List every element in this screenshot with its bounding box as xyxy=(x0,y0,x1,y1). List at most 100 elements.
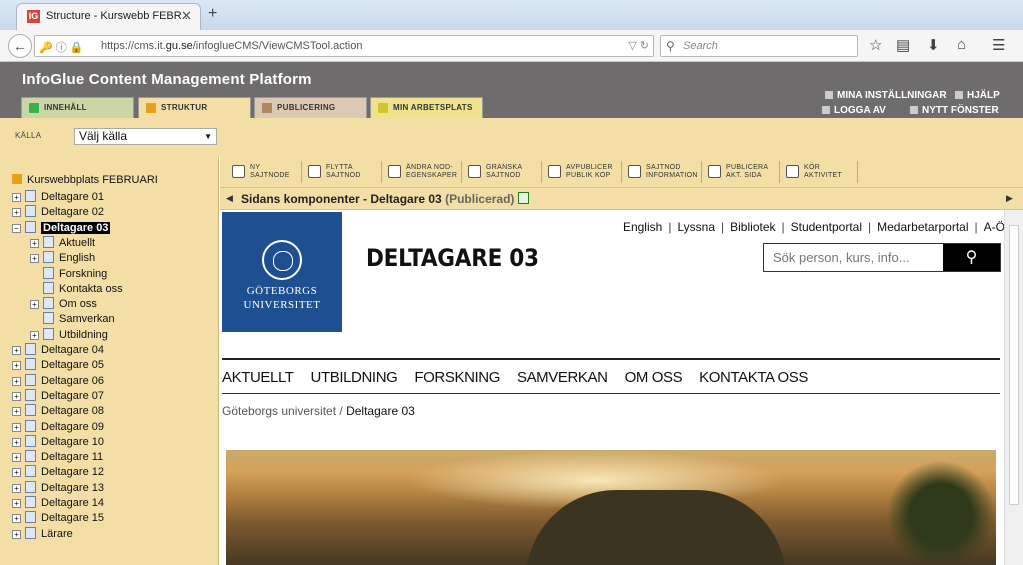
preview-scrollbar[interactable] xyxy=(1004,210,1023,565)
collapse-icon[interactable]: − xyxy=(12,223,21,233)
document-icon[interactable] xyxy=(518,192,530,204)
tree-item[interactable]: + Deltagare 14 xyxy=(12,496,104,509)
tree-item[interactable]: + Lärare xyxy=(12,526,73,540)
tree-item[interactable]: + Deltagare 13 xyxy=(12,480,104,494)
tree-item[interactable]: + Deltagare 01 xyxy=(12,190,104,203)
toolbar-button[interactable]: KÖR AKTIVITET xyxy=(780,161,858,183)
top-link[interactable]: English xyxy=(623,220,662,234)
toolbar-button[interactable]: GRANSKA SAJTNOD xyxy=(462,161,542,183)
download-icon[interactable]: ⬇ xyxy=(927,36,940,54)
tree-item[interactable]: + English xyxy=(30,251,95,264)
expand-icon[interactable]: + xyxy=(12,422,21,432)
reload-icon[interactable]: ▽ ↻ xyxy=(628,39,649,52)
toolbar-button[interactable]: SAJTNOD INFORMATION xyxy=(622,161,702,183)
new-tab-icon[interactable]: + xyxy=(208,5,217,23)
expand-icon[interactable]: + xyxy=(12,529,21,539)
expand-icon[interactable]: + xyxy=(12,514,21,524)
tree-item[interactable]: + Deltagare 07 xyxy=(12,388,104,402)
tree-item[interactable]: + Deltagare 02 xyxy=(12,205,104,218)
toolbar-button[interactable]: AVPUBLICER PUBLIK KOP xyxy=(542,161,622,183)
reading-list-icon[interactable]: ▤ xyxy=(896,36,910,54)
expand-right-icon[interactable]: ▶ xyxy=(1006,193,1013,204)
menu-icon[interactable]: ☰ xyxy=(992,36,1005,54)
top-link[interactable]: Medarbetarportal xyxy=(877,220,968,234)
scroll-thumb[interactable] xyxy=(1009,225,1019,505)
back-arrow-icon[interactable]: ← xyxy=(8,34,32,58)
toolbar-button[interactable]: ÄNDRA NOD- EGENSKAPER xyxy=(382,161,462,183)
expand-icon[interactable]: + xyxy=(12,437,21,447)
expand-icon[interactable]: + xyxy=(30,254,39,264)
page-icon xyxy=(43,266,54,279)
tree-item[interactable]: + Aktuellt xyxy=(30,235,95,249)
toolbar-button[interactable]: PUBLICERA AKT. SIDA xyxy=(702,161,780,183)
logout-link[interactable]: LOGGA AV xyxy=(822,105,886,116)
structure-cube-icon xyxy=(146,103,156,113)
expand-icon[interactable]: + xyxy=(30,300,39,310)
site-nav-item[interactable]: AKTUELLT xyxy=(222,369,294,386)
expand-icon[interactable]: + xyxy=(30,238,39,248)
tree-item[interactable]: + Om oss xyxy=(30,297,97,310)
tab-content[interactable]: INNEHÅLL xyxy=(21,97,134,118)
page-icon xyxy=(43,297,54,310)
site-nav-item[interactable]: OM OSS xyxy=(625,369,683,386)
expand-icon[interactable]: + xyxy=(12,468,21,478)
expand-icon[interactable]: + xyxy=(12,193,21,202)
browser-tab[interactable]: IG Structure - Kurswebb FEBR... ✕ xyxy=(16,3,201,30)
expand-icon[interactable]: + xyxy=(12,391,21,401)
tree-item[interactable]: + Utbildning xyxy=(30,327,108,341)
top-link[interactable]: Studentportal xyxy=(791,220,862,234)
tree-item[interactable]: Kontakta oss xyxy=(30,281,123,295)
gu-logo[interactable]: GÖTEBORGS UNIVERSITET xyxy=(222,212,342,332)
my-settings-link[interactable]: MINA INSTÄLLNINGAR xyxy=(825,90,947,101)
tree-item[interactable]: Samverkan xyxy=(30,312,115,325)
expand-icon[interactable]: + xyxy=(12,453,21,463)
bookmark-star-icon[interactable]: ☆ xyxy=(869,36,882,54)
expand-icon[interactable]: + xyxy=(12,407,21,417)
tree-root[interactable]: Kurswebbplats FEBRUARI xyxy=(12,174,158,186)
tree-item[interactable]: + Deltagare 05 xyxy=(12,358,104,371)
top-link[interactable]: A-Ö xyxy=(984,220,1005,234)
tree-item[interactable]: + Deltagare 08 xyxy=(12,404,104,417)
site-nav-item[interactable]: KONTAKTA OSS xyxy=(699,369,808,386)
toolbar-button[interactable]: FLYTTA SAJTNOD xyxy=(302,161,382,183)
expand-icon[interactable]: + xyxy=(12,499,21,508)
tree-item[interactable]: − Deltagare 03 xyxy=(12,220,111,234)
collapse-left-icon[interactable]: ◀ xyxy=(226,193,233,204)
top-link[interactable]: Bibliotek xyxy=(730,220,775,234)
tree-item[interactable]: + Deltagare 10 xyxy=(12,434,104,448)
expand-icon[interactable]: + xyxy=(12,483,21,493)
tree-item[interactable]: + Deltagare 06 xyxy=(12,373,104,387)
expand-icon[interactable]: + xyxy=(30,330,39,340)
url-bar[interactable]: 🔑 ⓘ 🔒 https://cms.it.gu.se/infoglueCMS/V… xyxy=(34,35,654,57)
tree-item[interactable]: + Deltagare 09 xyxy=(12,419,104,433)
site-nav-item[interactable]: FORSKNING xyxy=(414,369,500,386)
toolbar-button[interactable]: NY SAJTNODE xyxy=(226,161,302,183)
tab-my-workspace[interactable]: MIN ARBETSPLATS xyxy=(370,97,483,118)
expand-icon[interactable]: + xyxy=(12,361,21,371)
expand-icon[interactable]: + xyxy=(12,376,21,386)
tree-item[interactable]: Forskning xyxy=(30,266,107,280)
site-main-nav: AKTUELLT UTBILDNING FORSKNING SAMVERKAN OM O… xyxy=(222,369,825,386)
browser-search-input[interactable]: ⚲ Search xyxy=(660,35,858,57)
site-nav-item[interactable]: UTBILDNING xyxy=(311,369,398,386)
site-search-input[interactable]: Sök person, kurs, info... ⚲ xyxy=(763,243,1001,272)
help-icon xyxy=(955,91,963,99)
new-window-link[interactable]: NYTT FÖNSTER xyxy=(910,105,999,116)
close-tab-icon[interactable]: ✕ xyxy=(181,8,192,24)
top-link[interactable]: Lyssna xyxy=(677,220,715,234)
expand-icon[interactable]: + xyxy=(12,346,21,355)
tab-structure[interactable]: STRUKTUR xyxy=(138,97,251,119)
home-icon[interactable]: ⌂ xyxy=(957,36,966,53)
tree-item[interactable]: + Deltagare 11 xyxy=(12,450,103,463)
tree-item[interactable]: + Deltagare 15 xyxy=(12,511,104,524)
tab-publishing[interactable]: PUBLICERING xyxy=(254,97,367,118)
tree-item[interactable]: + Deltagare 04 xyxy=(12,343,104,356)
site-nav-item[interactable]: SAMVERKAN xyxy=(517,369,608,386)
tree-item-label: Deltagare 05 xyxy=(41,359,104,372)
source-select[interactable]: Välj källa ▼ xyxy=(74,128,217,145)
help-link[interactable]: HJÄLP xyxy=(955,90,1000,101)
expand-icon[interactable]: + xyxy=(12,208,21,218)
search-button[interactable]: ⚲ xyxy=(943,244,1000,271)
breadcrumb-root[interactable]: Göteborgs universitet xyxy=(222,404,336,418)
tree-item[interactable]: + Deltagare 12 xyxy=(12,465,104,478)
